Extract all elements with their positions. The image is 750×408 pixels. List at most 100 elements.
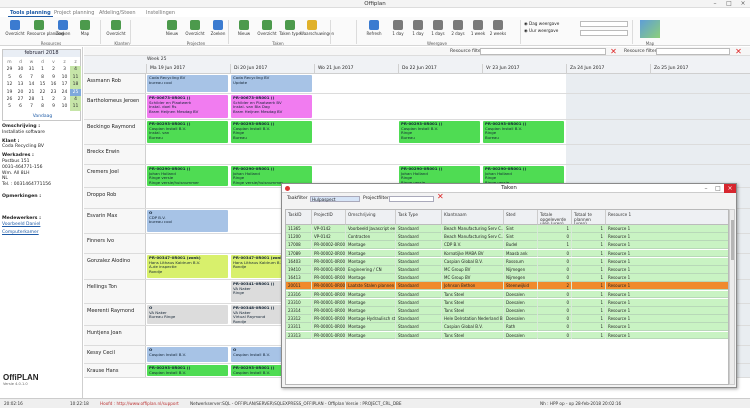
booking-block[interactable]: PR-00293-0R001 () Caspian Install B.V. <box>147 365 228 376</box>
close-icon[interactable]: × <box>736 0 750 8</box>
table-row[interactable]: 16413 PR-00001-0R001 Montage Standaard MC Gr… <box>286 274 728 282</box>
resource-name[interactable]: Droppo Rob <box>87 192 116 198</box>
calendar-day[interactable]: 6 <box>15 74 26 81</box>
calendar-day[interactable]: 6 <box>15 103 26 110</box>
column-header[interactable]: Task Type <box>396 210 442 225</box>
resource-name[interactable]: Beckingo Raymond <box>87 124 135 130</box>
booking-block[interactable]: O Caspian Install B.V. <box>147 347 228 362</box>
booking-block[interactable]: PR-00293-0R001 () Caspian Install B.V. Ins… <box>147 121 228 143</box>
ribbon-button[interactable]: Taken type <box>278 20 302 42</box>
calendar-day[interactable]: 2 <box>48 96 59 103</box>
table-row[interactable]: 17089 PR-00002-0R001 Montage Standaard Korna… <box>286 249 728 258</box>
ribbon-dropdown[interactable] <box>580 30 628 36</box>
map-icon[interactable] <box>640 20 660 38</box>
column-header[interactable]: Klantnaam <box>442 210 504 225</box>
calendar-day[interactable]: 5 <box>4 74 15 81</box>
column-header[interactable]: Resource 1 <box>606 210 728 225</box>
minimize-icon[interactable]: – <box>708 0 722 8</box>
calendar-day[interactable]: 4 <box>70 95 81 104</box>
calendar-day[interactable]: 23 <box>48 89 59 96</box>
ribbon-button[interactable]: Zoeken <box>206 20 230 42</box>
calendar-day[interactable]: 30 <box>15 66 26 73</box>
ribbon-button[interactable]: Refresh <box>362 20 386 42</box>
calendar-day[interactable]: 8 <box>37 103 48 110</box>
calendar-month-title[interactable]: februari 2018 <box>3 50 80 57</box>
calendar-day[interactable]: 2 <box>48 66 59 73</box>
calendar-day[interactable]: 10 <box>59 103 70 110</box>
calendar-day[interactable]: 9 <box>48 103 59 110</box>
calendar-day[interactable]: 11 <box>70 73 81 82</box>
resource-filter-input[interactable] <box>480 48 606 55</box>
resource-name[interactable]: Gonzalez Alodino <box>87 258 130 264</box>
view-option[interactable]: ◉ Dag weergave <box>524 21 559 26</box>
ribbon-button[interactable]: Overzicht <box>104 20 128 42</box>
calendar-day[interactable]: 3 <box>59 66 70 73</box>
calendar-day[interactable]: 20 <box>15 89 26 96</box>
day-header[interactable]: Ma 19 Jun 2017 <box>146 64 230 74</box>
ribbon-button[interactable]: Overzicht <box>183 20 207 42</box>
column-header[interactable]: Sted <box>504 210 538 225</box>
ribbon-button[interactable]: Resource planning <box>27 20 64 42</box>
table-row[interactable]: 17008 PR-00002-0R001 Montage Standaard CDP B… <box>286 241 728 250</box>
taakfilter-select[interactable]: Hulpaspect <box>310 196 360 202</box>
booking-block[interactable]: Coda Recycling BV bureau cool <box>147 75 228 92</box>
resource-name[interactable]: Kessy Cecil <box>87 350 115 356</box>
booking-block[interactable]: PR-00673-0R001 () Schilder en Plaatwerk In… <box>147 95 228 118</box>
calendar-day[interactable]: 11 <box>70 103 81 111</box>
calendar-day[interactable]: 4 <box>70 66 81 74</box>
ribbon-button[interactable]: 2 weeks <box>486 20 510 42</box>
table-row[interactable]: 23314 PR-00001-0R001 Montage Standaard Tans … <box>286 307 728 315</box>
resource-name[interactable]: Bartholomeus Jeroen <box>87 98 139 104</box>
today-button[interactable]: Vandaag <box>3 114 82 119</box>
day-header[interactable]: Za 24 Jun 2017 <box>566 64 650 74</box>
resource-name[interactable]: Huntjens Joan <box>87 330 122 336</box>
calendar-day[interactable]: 7 <box>26 74 37 81</box>
calendar-day[interactable]: 13 <box>15 81 26 88</box>
clear-filter-icon[interactable]: ✕ <box>437 193 444 201</box>
table-row[interactable]: 23316 PR-00001-0R001 Montage Standaard Tans … <box>286 290 728 299</box>
table-row[interactable]: 23313 PR-00001-0R001 Montage Standaard Tans … <box>286 331 728 340</box>
calendar-day[interactable]: 24 <box>59 89 70 96</box>
calendar-day[interactable]: 9 <box>48 74 59 81</box>
view-option[interactable]: ◉ Uur weergave <box>524 28 558 33</box>
booking-block[interactable]: PR-00290-0R001 () Johan Holland Ringe vers… <box>147 166 228 186</box>
calendar-day[interactable]: 28 <box>26 96 37 103</box>
projectfilter-select[interactable] <box>389 196 434 202</box>
booking-block[interactable]: PR-00293-0R001 () Caspian Install B.V. Rin… <box>483 121 564 143</box>
calendar-day[interactable]: 21 <box>26 89 37 96</box>
calendar-day[interactable]: 16 <box>48 81 59 88</box>
column-header[interactable]: Totaal te plannen (uren) <box>572 210 606 225</box>
calendar-day[interactable]: 8 <box>37 74 48 81</box>
resource-name[interactable]: Assmann Rob <box>87 78 121 84</box>
booking-block[interactable]: PR-00347-0R001 (zonk) Hans Lithaus Kaldru… <box>147 255 228 278</box>
calendar-day[interactable]: 26 <box>4 96 15 103</box>
tab-project-planning[interactable]: Project planning <box>52 9 96 17</box>
ribbon-button[interactable]: Map <box>73 20 97 42</box>
ribbon-button[interactable]: Waarschuwingen <box>300 20 334 42</box>
day-header[interactable]: Do 22 Jun 2017 <box>398 64 482 74</box>
ribbon-button[interactable]: Overzicht <box>3 20 27 42</box>
calendar-day[interactable]: 15 <box>37 81 48 88</box>
close-icon[interactable]: × <box>724 184 736 193</box>
booking-block[interactable]: PR-00293-0R001 () Caspian Install B.V. Rin… <box>399 121 480 143</box>
booking-block[interactable]: PR-00293-0R001 () Caspian Install B.V. Rin… <box>231 121 312 143</box>
ribbon-button[interactable]: Zoeken <box>51 20 75 42</box>
calendar-day[interactable]: 12 <box>4 81 15 88</box>
booking-block[interactable]: O VA Naker Bureau Ringe <box>147 305 228 324</box>
table-row[interactable]: 23311 PR-00001-0R001 Montage Standaard Caspi… <box>286 323 728 332</box>
day-header[interactable]: Di 20 Jun 2017 <box>230 64 314 74</box>
maximize-icon[interactable]: □ <box>722 0 736 8</box>
clear-filter-right-icon[interactable]: ✕ <box>734 47 743 56</box>
resource-name[interactable]: Finners Ivo <box>87 238 114 244</box>
calendar-day[interactable]: 22 <box>37 89 48 96</box>
table-row[interactable]: 19410 PR-00001-0R001 Engineering / CN Stand… <box>286 266 728 274</box>
calendar-day[interactable]: 17 <box>59 81 70 88</box>
table-row[interactable]: 11365 VP-0142 Voorbeeld Javascript eens Sta… <box>286 225 728 233</box>
table-row[interactable]: 16403 PR-00001-0R001 Montage Standaard Caspi… <box>286 257 728 266</box>
ribbon-dropdown[interactable] <box>580 21 628 27</box>
calendar-day[interactable]: 1 <box>37 66 48 73</box>
calendar-day[interactable]: 31 <box>26 66 37 73</box>
day-header[interactable]: Vr 23 Jun 2017 <box>482 64 566 74</box>
day-header[interactable]: Zo 25 Jun 2017 <box>650 64 750 74</box>
calendar-day[interactable]: 10 <box>59 74 70 81</box>
